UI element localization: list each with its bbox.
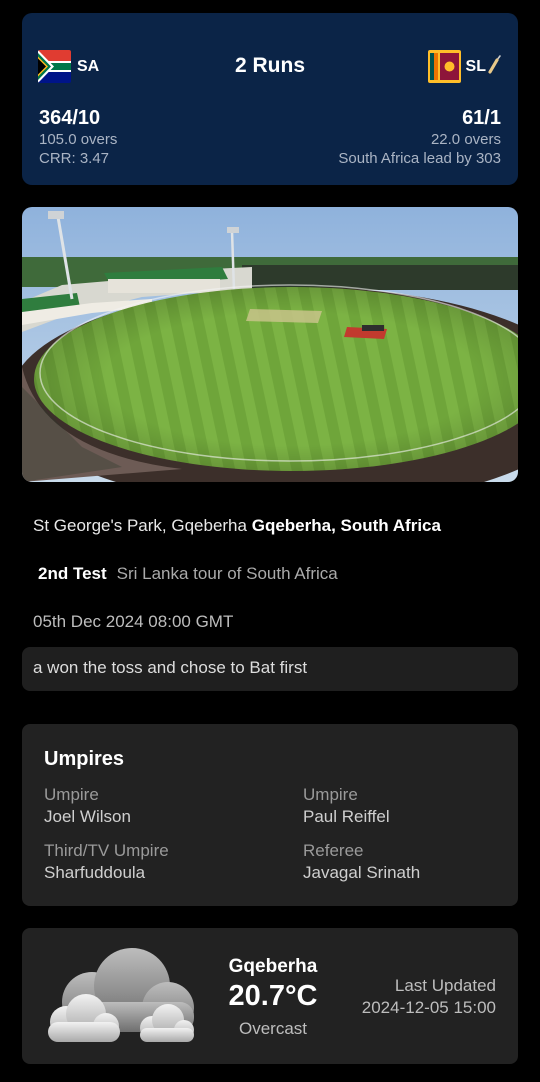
last-updated-time: 2024-12-05 15:00 [361, 998, 496, 1017]
tv-umpire-name: Sharfuddoula [44, 863, 146, 882]
score-card[interactable]: SA 2 Runs SL 364/10 61/1 105.0 overs 22.… [22, 13, 518, 185]
umpire-item: Umpire Joel Wilson [44, 784, 131, 828]
home-overs: 105.0 overs [39, 131, 118, 148]
match-datetime: 05th Dec 2024 08:00 GMT [33, 612, 234, 631]
away-score: 61/1 [462, 107, 501, 129]
series-name[interactable]: Sri Lanka tour of South Africa [117, 564, 338, 584]
weather-card: Gqeberha 20.7°C Overcast Last Updated 20… [22, 928, 518, 1064]
venue-city-country: Gqeberha, South Africa [251, 516, 441, 535]
umpire-label: Umpire [303, 785, 358, 804]
home-score: 364/10 [39, 107, 101, 129]
cricket-bat-icon [488, 54, 502, 79]
tv-umpire-item: Third/TV Umpire Sharfuddoula [44, 840, 169, 884]
weather-temperature: 20.7°C [228, 980, 318, 1012]
weather-condition: Overcast [238, 1019, 308, 1038]
weather-city: Gqeberha [228, 956, 318, 977]
umpire-name: Paul Reiffel [303, 807, 390, 826]
venue-name: St George's Park, Gqeberha [33, 516, 247, 535]
umpires-card: Umpires Umpire Joel Wilson Umpire Paul R… [22, 724, 518, 906]
venue-photo [22, 207, 518, 482]
umpire-item: Umpire Paul Reiffel [303, 784, 390, 828]
toss-info: a won the toss and chose to Bat first [22, 647, 518, 691]
umpire-label: Umpire [44, 785, 99, 804]
venue-info: St George's Park, Gqeberha Gqeberha, Sou… [33, 516, 441, 536]
referee-name: Javagal Srinath [303, 863, 421, 882]
umpires-title: Umpires [44, 748, 125, 770]
referee-item: Referee Javagal Srinath [303, 840, 420, 884]
match-info: 2nd Test Sri Lanka tour of South Africa [38, 564, 338, 584]
away-overs: 22.0 overs [430, 131, 501, 148]
tv-umpire-label: Third/TV Umpire [44, 841, 169, 860]
lead-summary: South Africa lead by 303 [338, 150, 501, 167]
referee-label: Referee [303, 841, 364, 860]
umpire-name: Joel Wilson [44, 807, 131, 826]
match-number: 2nd Test [38, 564, 107, 583]
home-run-rate: CRR: 3.47 [39, 150, 110, 167]
last-updated-label: Last Updated [394, 976, 496, 995]
away-team: SL [427, 50, 502, 83]
away-team-code: SL [465, 57, 486, 75]
overcast-cloud-icon [40, 942, 200, 1051]
sri-lanka-flag-icon [427, 50, 461, 83]
